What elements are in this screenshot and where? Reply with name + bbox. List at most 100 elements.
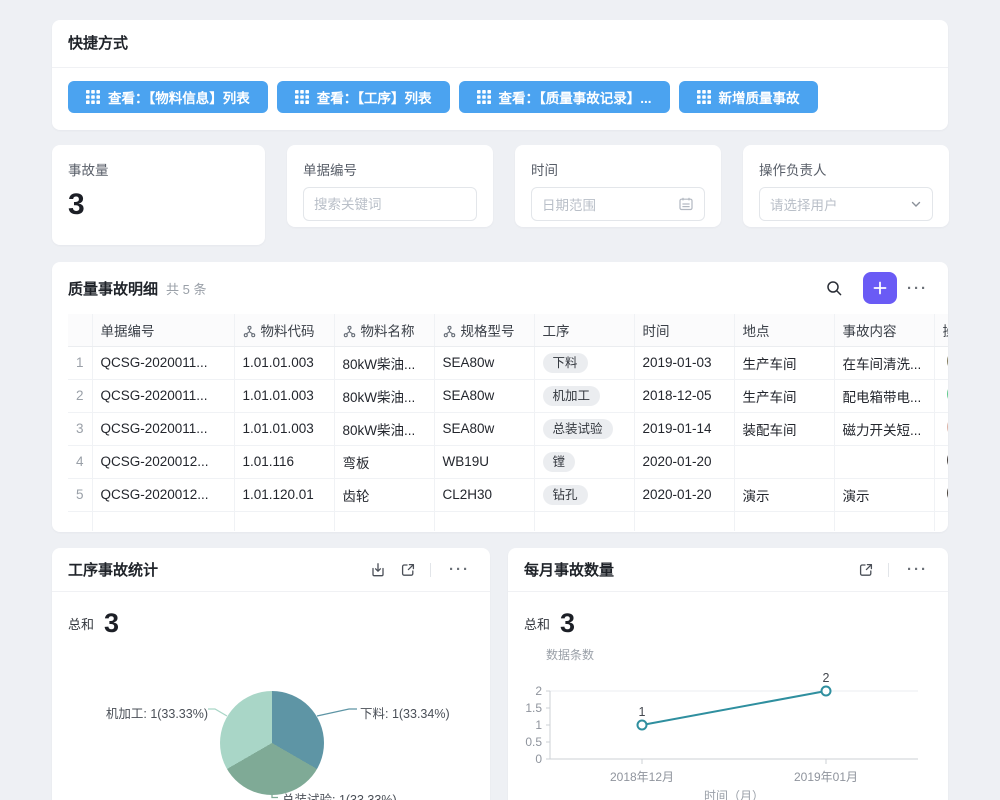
add-record-button[interactable] xyxy=(863,272,897,304)
shortcut-label: 新增质量事故 xyxy=(719,87,800,107)
more-menu-button[interactable]: ··· xyxy=(445,562,474,577)
table-scroll-area[interactable]: 单据编号 物料代码 物料名称 规格型号 工序 时间 地点 事故内容 操作负责人 … xyxy=(52,314,948,531)
monthly-count-card: 每月事故数量 ··· 总和 3 数据条数00.511.522018年12月120… xyxy=(508,548,948,800)
operator-label: 操作负责人 xyxy=(759,159,933,179)
total-label: 总和 xyxy=(524,614,550,633)
doc-number-search-input[interactable] xyxy=(314,197,466,212)
monthly-count-header: 每月事故数量 ··· xyxy=(508,548,948,592)
svg-text:2018年12月: 2018年12月 xyxy=(610,770,674,784)
table-row[interactable]: 1 QCSG-2020011... 1.01.01.003 80kW柴油... … xyxy=(68,346,948,379)
table-row[interactable]: 4 QCSG-2020012... 1.01.116 弯板 WB19U 镗 20… xyxy=(68,445,948,478)
relation-icon xyxy=(343,325,356,338)
svg-text:0: 0 xyxy=(535,752,542,766)
col-spec-model: 规格型号 xyxy=(434,314,534,346)
chevron-down-icon xyxy=(910,198,922,210)
plus-icon xyxy=(873,281,887,295)
table-row[interactable]: 2 QCSG-2020011... 1.01.01.003 80kW柴油... … xyxy=(68,379,948,412)
line-chart[interactable]: 数据条数00.511.522018年12月12019年01月2时间（月） xyxy=(524,645,928,800)
grid-icon xyxy=(477,90,491,104)
more-menu-button[interactable]: ··· xyxy=(903,562,932,577)
chart-title: 工序事故统计 xyxy=(68,559,158,580)
avatar xyxy=(947,415,949,439)
cell-spec: WB19U xyxy=(434,445,534,478)
cell-doc: QCSG-2020012... xyxy=(92,445,234,478)
cell-place: 生产车间 xyxy=(734,379,834,412)
cell-place: 演示 xyxy=(734,478,834,511)
table-title: 质量事故明细 xyxy=(68,278,158,299)
col-place: 地点 xyxy=(734,314,834,346)
table-header-row: 单据编号 物料代码 物料名称 规格型号 工序 时间 地点 事故内容 操作负责人 xyxy=(68,314,948,346)
search-button[interactable] xyxy=(825,279,843,297)
more-menu-button[interactable]: ··· xyxy=(903,281,932,296)
pie-total-row: 总和 3 xyxy=(52,592,490,639)
svg-text:2019年01月: 2019年01月 xyxy=(794,770,858,784)
cell-operator xyxy=(934,379,948,412)
shortcut-view-incident-records-button[interactable]: 查看：【质量事故记录】... xyxy=(459,81,670,113)
export-button[interactable] xyxy=(370,562,386,578)
open-fullscreen-button[interactable] xyxy=(400,562,416,578)
date-range-picker[interactable]: 日期范围 xyxy=(531,187,705,221)
cell-desc: 配电箱带电... xyxy=(834,379,934,412)
cell-doc: QCSG-2020011... xyxy=(92,346,234,379)
cell-name: 80kW柴油... xyxy=(334,346,434,379)
line-chart-area: 数据条数00.511.522018年12月12019年01月2时间（月） xyxy=(508,639,948,800)
cell-name: 弯板 xyxy=(334,445,434,478)
cell-date: 2019-01-14 xyxy=(634,412,734,445)
incident-count-label: 事故量 xyxy=(68,159,249,179)
cell-place xyxy=(734,445,834,478)
avatar xyxy=(947,382,949,406)
total-value: 3 xyxy=(560,608,575,639)
cell-code: 1.01.01.003 xyxy=(234,346,334,379)
col-incident-content: 事故内容 xyxy=(834,314,934,346)
divider xyxy=(430,563,431,577)
cell-date: 2020-01-20 xyxy=(634,478,734,511)
download-icon xyxy=(370,562,386,578)
process-stats-header: 工序事故统计 ··· xyxy=(52,548,490,592)
cell-code: 1.01.01.003 xyxy=(234,412,334,445)
cell-desc xyxy=(834,445,934,478)
doc-number-filter-card: 单据编号 xyxy=(287,145,493,227)
process-tag: 镗 xyxy=(543,452,576,472)
cell-date: 2020-01-20 xyxy=(634,445,734,478)
pie-leader xyxy=(272,795,278,798)
process-tag: 机加工 xyxy=(543,386,601,406)
col-material-name: 物料名称 xyxy=(334,314,434,346)
calendar-icon xyxy=(678,196,694,212)
avatar xyxy=(947,448,949,472)
grid-icon xyxy=(295,90,309,104)
chart-title: 每月事故数量 xyxy=(524,559,614,580)
avatar xyxy=(947,481,949,505)
process-tag: 总装试验 xyxy=(543,419,613,439)
shortcut-view-process-list-button[interactable]: 查看：【工序】列表 xyxy=(277,81,450,113)
cell-doc: QCSG-2020011... xyxy=(92,379,234,412)
col-time: 时间 xyxy=(634,314,734,346)
svg-text:1: 1 xyxy=(535,718,542,732)
cell-operator xyxy=(934,412,948,445)
shortcuts-button-row: 查看：【物料信息】列表 查看：【工序】列表 查看：【质量事故记录】... 新增质… xyxy=(52,68,948,113)
cell-code: 1.01.120.01 xyxy=(234,478,334,511)
incident-detail-header: 质量事故明细 共 5 条 ··· xyxy=(52,262,948,314)
open-in-new-icon xyxy=(858,562,874,578)
incident-table: 单据编号 物料代码 物料名称 规格型号 工序 时间 地点 事故内容 操作负责人 … xyxy=(68,314,948,531)
shortcut-add-incident-button[interactable]: 新增质量事故 xyxy=(679,81,818,113)
cell-name: 80kW柴油... xyxy=(334,412,434,445)
cell-place: 装配车间 xyxy=(734,412,834,445)
table-row[interactable]: 3 QCSG-2020011... 1.01.01.003 80kW柴油... … xyxy=(68,412,948,445)
dashboard-page: 快捷方式 查看：【物料信息】列表 查看：【工序】列表 查看：【质量事故记录】..… xyxy=(52,0,948,800)
svg-text:1: 1 xyxy=(639,705,646,719)
relation-icon xyxy=(443,325,456,338)
cell-process: 镗 xyxy=(534,445,634,478)
operator-select[interactable]: 请选择用户 xyxy=(759,187,933,221)
open-fullscreen-button[interactable] xyxy=(858,562,874,578)
process-stats-card: 工序事故统计 ··· 总和 3 xyxy=(52,548,490,800)
doc-number-label: 单据编号 xyxy=(303,159,477,179)
incident-count-value: 3 xyxy=(68,187,249,223)
line-total-row: 总和 3 xyxy=(508,592,948,639)
table-row[interactable]: 5 QCSG-2020012... 1.01.120.01 齿轮 CL2H30 … xyxy=(68,478,948,511)
cell-spec: CL2H30 xyxy=(434,478,534,511)
pie-label-jijiagong: 机加工: 1(33.33%) xyxy=(92,703,208,722)
shortcut-view-material-list-button[interactable]: 查看：【物料信息】列表 xyxy=(68,81,268,113)
date-range-placeholder: 日期范围 xyxy=(542,194,678,214)
incident-count-card: 事故量 3 xyxy=(52,145,265,245)
pie-chart-area: 机加工: 1(33.33%) 下料: 1(33.34%) 总装试验: 1(33.… xyxy=(52,647,490,800)
